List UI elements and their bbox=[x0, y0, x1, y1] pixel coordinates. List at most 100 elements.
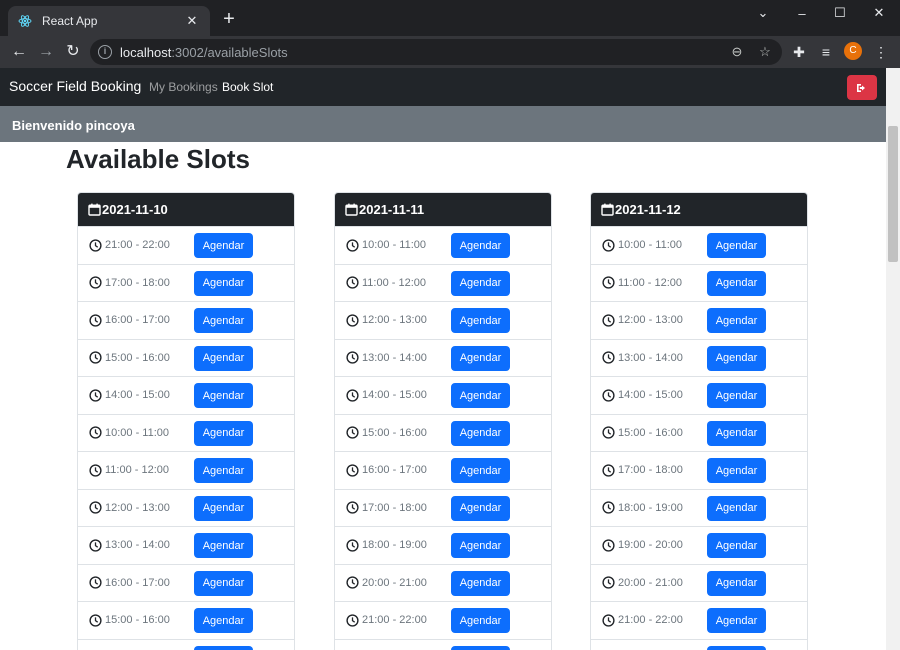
agendar-button[interactable]: Agendar bbox=[451, 608, 510, 633]
agendar-button[interactable]: Agendar bbox=[194, 608, 253, 633]
agendar-button[interactable]: Agendar bbox=[707, 308, 766, 333]
clock-icon bbox=[346, 539, 359, 552]
agendar-button[interactable]: Agendar bbox=[194, 345, 253, 371]
slot-row: 12:00 - 13:00 Agendar bbox=[78, 488, 294, 527]
zoom-icon[interactable]: ⊖ bbox=[728, 43, 746, 61]
agendar-button[interactable]: Agendar bbox=[451, 570, 510, 596]
agendar-button[interactable]: Agendar bbox=[194, 233, 253, 258]
slot-row: 10:00 - 11:00 Agendar bbox=[335, 226, 551, 264]
agendar-button[interactable]: Agendar bbox=[451, 233, 510, 258]
agendar-button[interactable]: Agendar bbox=[707, 495, 766, 521]
agendar-button[interactable]: Agendar bbox=[707, 270, 766, 296]
slot-row: 16:00 - 17:00 Agendar bbox=[78, 563, 294, 602]
clock-icon bbox=[602, 389, 615, 402]
site-info-icon[interactable]: i bbox=[98, 45, 112, 59]
agendar-button[interactable]: Agendar bbox=[194, 645, 253, 650]
slot-row: 21:00 - 22:00 Agendar bbox=[78, 226, 294, 264]
clock-icon bbox=[602, 539, 615, 552]
clock-icon bbox=[89, 576, 102, 589]
day-card: 2021-11-12 10:00 - 11:00 Agendar 11:00 - 12… bbox=[590, 192, 808, 650]
agendar-button[interactable]: Agendar bbox=[194, 495, 253, 521]
agendar-button[interactable]: Agendar bbox=[194, 270, 253, 296]
tab-search-icon[interactable]: ⌄ bbox=[745, 0, 781, 26]
agendar-button[interactable]: Agendar bbox=[451, 420, 510, 446]
slot-row: 14:00 - 15:00 Agendar bbox=[335, 376, 551, 414]
page-viewport: Soccer Field Booking My Bookings Book Sl… bbox=[0, 68, 886, 650]
address-bar[interactable]: i localhost:3002/availableSlots ⊖ ☆ bbox=[90, 39, 782, 65]
agendar-button[interactable]: Agendar bbox=[707, 420, 766, 446]
agendar-button[interactable]: Agendar bbox=[451, 270, 510, 296]
navbar-brand[interactable]: Soccer Field Booking bbox=[9, 78, 141, 94]
back-icon[interactable]: ← bbox=[8, 41, 30, 63]
clock-icon bbox=[89, 501, 102, 514]
close-window-icon[interactable]: ✕ bbox=[861, 0, 897, 26]
reload-icon[interactable]: ↻ bbox=[62, 41, 84, 63]
slot-time: 17:00 - 18:00 bbox=[618, 464, 683, 477]
slot-row: 15:00 - 16:00 Agendar bbox=[591, 413, 807, 452]
agendar-button[interactable]: Agendar bbox=[194, 533, 253, 558]
slot-row: 11:00 - 12:00 Agendar bbox=[78, 451, 294, 489]
calendar-icon bbox=[601, 203, 615, 216]
agendar-button[interactable]: Agendar bbox=[451, 645, 510, 650]
slot-row: 12:00 - 13:00 Agendar bbox=[591, 301, 807, 339]
slot-time: 10:00 - 11:00 bbox=[105, 426, 170, 439]
agendar-button[interactable]: Agendar bbox=[451, 533, 510, 558]
clock-icon bbox=[89, 614, 102, 627]
slot-time: 15:00 - 16:00 bbox=[362, 426, 427, 439]
agendar-button[interactable]: Agendar bbox=[194, 458, 253, 483]
slot-row: 21:00 - 22:00 Agendar bbox=[591, 601, 807, 639]
agendar-button[interactable]: Agendar bbox=[707, 645, 766, 650]
agendar-button[interactable]: Agendar bbox=[707, 383, 766, 408]
clock-icon bbox=[602, 351, 615, 364]
agendar-button[interactable]: Agendar bbox=[707, 533, 766, 558]
clock-icon bbox=[346, 501, 359, 514]
page-scrollbar[interactable] bbox=[886, 68, 900, 650]
clock-icon bbox=[89, 314, 102, 327]
forward-icon[interactable]: → bbox=[35, 41, 57, 63]
media-queue-icon[interactable]: ≡ bbox=[817, 43, 835, 61]
agendar-button[interactable]: Agendar bbox=[451, 308, 510, 333]
agendar-button[interactable]: Agendar bbox=[707, 345, 766, 371]
agendar-button[interactable]: Agendar bbox=[194, 308, 253, 333]
minimize-icon[interactable]: – bbox=[784, 0, 820, 26]
slot-row: 11:00 - 12:00 Agendar bbox=[591, 263, 807, 302]
clock-icon bbox=[89, 239, 102, 252]
bookmark-star-icon[interactable]: ☆ bbox=[756, 43, 774, 61]
agendar-button[interactable]: Agendar bbox=[451, 345, 510, 371]
scrollbar-thumb[interactable] bbox=[888, 126, 898, 262]
slot-time: 15:00 - 16:00 bbox=[105, 614, 170, 627]
clock-icon bbox=[602, 276, 615, 289]
slot-time: 19:00 - 20:00 bbox=[618, 539, 683, 552]
browser-tab[interactable]: React App ✕ bbox=[8, 6, 210, 36]
slot-time: 10:00 - 11:00 bbox=[362, 239, 427, 252]
agendar-button[interactable]: Agendar bbox=[707, 608, 766, 633]
agendar-button[interactable]: Agendar bbox=[194, 383, 253, 408]
extensions-icon[interactable]: ✚ bbox=[790, 43, 808, 61]
nav-link-my-bookings[interactable]: My Bookings bbox=[149, 80, 218, 94]
maximize-icon[interactable]: ☐ bbox=[822, 0, 858, 26]
slot-row: 19:00 - 20:00Agendar bbox=[335, 638, 551, 650]
tab-close-icon[interactable]: ✕ bbox=[184, 13, 200, 29]
agendar-button[interactable]: Agendar bbox=[194, 420, 253, 446]
agendar-button[interactable]: Agendar bbox=[707, 458, 766, 483]
calendar-icon bbox=[345, 203, 359, 216]
menu-kebab-icon[interactable]: ⋮ bbox=[872, 43, 890, 61]
agendar-button[interactable]: Agendar bbox=[707, 570, 766, 596]
agendar-button[interactable]: Agendar bbox=[451, 495, 510, 521]
clock-icon bbox=[346, 576, 359, 589]
slot-time: 11:00 - 12:00 bbox=[618, 276, 683, 289]
nav-link-book-slot[interactable]: Book Slot bbox=[222, 80, 273, 94]
agendar-button[interactable]: Agendar bbox=[451, 383, 510, 408]
agendar-button[interactable]: Agendar bbox=[451, 458, 510, 483]
new-tab-icon[interactable]: + bbox=[218, 8, 240, 30]
slot-time: 16:00 - 17:00 bbox=[105, 576, 170, 589]
slot-time: 17:00 - 18:00 bbox=[362, 501, 427, 514]
logout-button[interactable] bbox=[847, 75, 877, 100]
slot-row: 13:00 - 14:00 Agendar bbox=[591, 338, 807, 377]
day-card-header: 2021-11-12 bbox=[591, 193, 807, 226]
agendar-button[interactable]: Agendar bbox=[194, 570, 253, 596]
clock-icon bbox=[602, 576, 615, 589]
profile-avatar[interactable]: C bbox=[844, 42, 862, 60]
clock-icon bbox=[602, 314, 615, 327]
agendar-button[interactable]: Agendar bbox=[707, 233, 766, 258]
